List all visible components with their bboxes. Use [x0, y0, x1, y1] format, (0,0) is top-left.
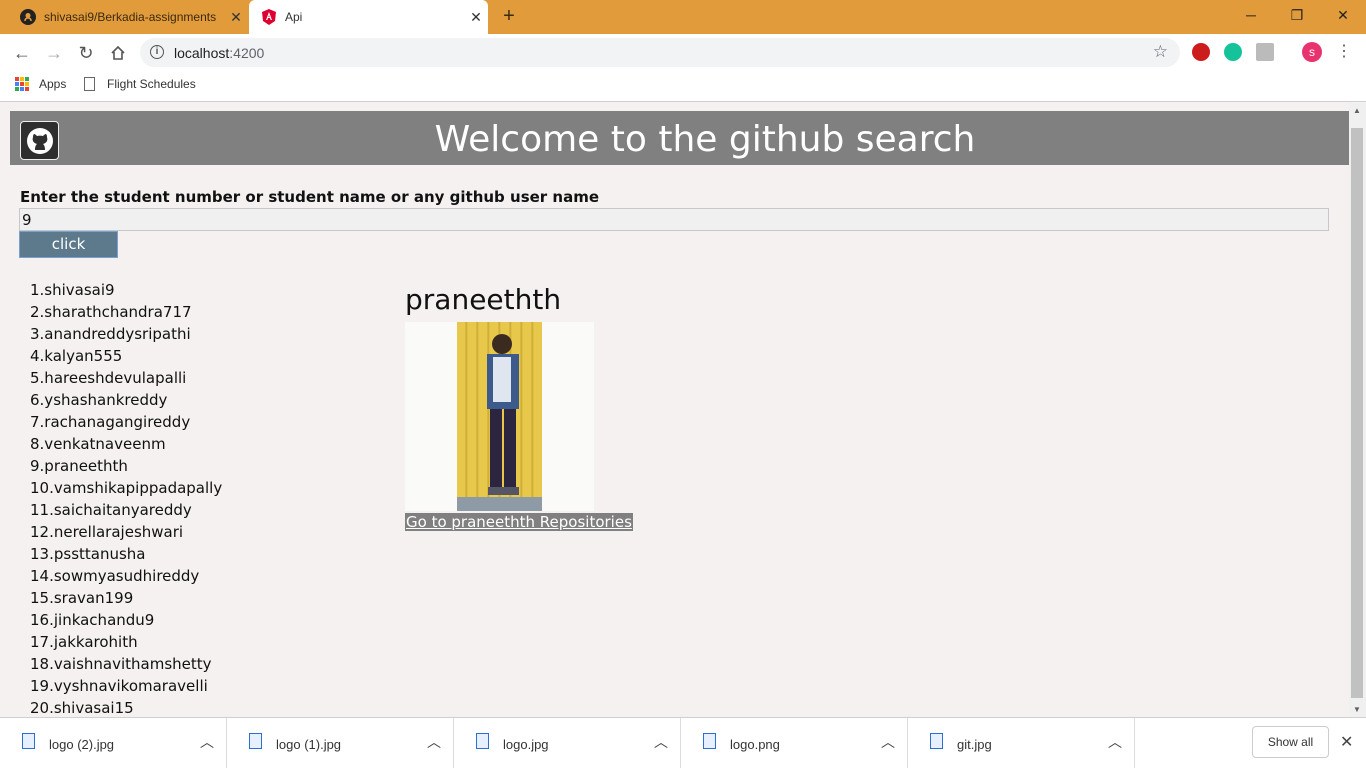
menu-icon[interactable]: ⋮ [1336, 42, 1352, 62]
tab-github[interactable]: shivasai9/Berkadia-assignments ✕ [8, 0, 248, 34]
scroll-up-icon[interactable]: ▲ [1353, 106, 1361, 115]
url-text: localhost:4200 [174, 45, 265, 61]
profile-avatar[interactable]: s [1302, 42, 1322, 62]
reload-icon[interactable]: ↻ [73, 40, 99, 66]
opera-extension-icon[interactable] [1192, 43, 1210, 61]
download-item[interactable]: logo.jpg ︿ [454, 718, 681, 768]
image-file-icon [249, 733, 262, 749]
download-filename: git.jpg [957, 737, 992, 752]
download-filename: logo (1).jpg [276, 737, 342, 752]
tab-api[interactable]: Api ✕ [249, 0, 488, 34]
apps-grid-icon [15, 77, 29, 91]
list-item: 8.venkatnaveenm [30, 435, 166, 453]
download-item[interactable]: logo.png ︿ [681, 718, 908, 768]
list-item: 12.nerellarajeshwari [30, 523, 184, 541]
image-file-icon [22, 733, 35, 749]
user-avatar [405, 322, 594, 511]
list-item: 17.jakkarohith [30, 633, 138, 651]
list-item: 4.kalyan555 [30, 347, 123, 365]
header-banner: Welcome to the github search [10, 111, 1349, 165]
list-item: 16.jinkachandu9 [30, 611, 155, 629]
scrollbar-thumb[interactable] [1351, 128, 1363, 698]
close-icon[interactable]: ✕ [1340, 732, 1353, 752]
list-item: 5.hareeshdevulapalli [30, 369, 187, 387]
close-icon[interactable]: ✕ [224, 9, 248, 26]
download-item[interactable]: git.jpg ︿ [908, 718, 1135, 768]
cart-extension-icon[interactable] [1256, 43, 1274, 61]
image-file-icon [476, 733, 489, 749]
document-icon [84, 77, 95, 91]
page-title: Welcome to the github search [434, 119, 976, 160]
download-filename: logo.jpg [503, 737, 549, 752]
chevron-up-icon[interactable]: ︿ [200, 732, 214, 752]
repositories-link[interactable]: Go to praneethth Repositories [405, 513, 633, 531]
image-file-icon [930, 733, 943, 749]
download-filename: logo (2).jpg [49, 737, 115, 752]
forward-icon[interactable]: → [41, 40, 67, 66]
student-list: 1.shivasai9 2.sharathchandra717 3.anandr… [30, 279, 222, 717]
list-item: 19.vyshnavikomaravelli [30, 677, 208, 695]
bookmarks-bar: Apps Flight Schedules [0, 71, 1366, 102]
scroll-down-icon[interactable]: ▼ [1353, 705, 1361, 714]
bookmark-apps[interactable]: Apps [15, 77, 66, 91]
page-scrollbar[interactable]: ▲ ▼ [1349, 103, 1366, 717]
github-username: praneethth [405, 283, 562, 316]
chevron-up-icon[interactable]: ︿ [881, 732, 895, 752]
list-item: 2.sharathchandra717 [30, 303, 192, 321]
list-item: 7.rachanagangireddy [30, 413, 191, 431]
bookmark-star-icon[interactable]: ☆ [1153, 42, 1168, 62]
download-filename: logo.png [730, 737, 780, 752]
download-item[interactable]: logo (2).jpg ︿ [0, 718, 227, 768]
angular-icon [261, 9, 277, 25]
list-item: 6.yshashankreddy [30, 391, 168, 409]
restore-icon[interactable]: ❐ [1274, 0, 1320, 30]
new-tab-button[interactable]: + [498, 6, 520, 28]
tab-title: Api [285, 10, 303, 24]
download-item[interactable]: logo (1).jpg ︿ [227, 718, 454, 768]
address-bar[interactable]: i localhost:4200 ☆ [140, 38, 1180, 67]
search-input[interactable] [19, 208, 1329, 231]
chevron-up-icon[interactable]: ︿ [1108, 732, 1122, 752]
browser-toolbar: ← → ↻ i localhost:4200 ☆ s ⋮ [0, 34, 1366, 71]
page-viewport: Welcome to the github search Enter the s… [0, 103, 1349, 717]
list-item: 11.saichaitanyareddy [30, 501, 192, 519]
minimize-icon[interactable]: ─ [1228, 0, 1274, 30]
back-icon[interactable]: ← [9, 40, 35, 66]
list-item: 3.anandreddysripathi [30, 325, 191, 343]
list-item: 10.vamshikapippadapally [30, 479, 223, 497]
bookmark-label: Flight Schedules [107, 77, 196, 91]
avatar-photo [457, 322, 542, 511]
list-item: 13.pssttanusha [30, 545, 146, 563]
list-item: 9.praneethth [30, 457, 128, 475]
list-item: 14.sowmyasudhireddy [30, 567, 200, 585]
list-item: 20.shivasai15 [30, 699, 134, 717]
grammarly-extension-icon[interactable] [1224, 43, 1242, 61]
bookmark-flight-schedules[interactable]: Flight Schedules [84, 77, 196, 91]
window-close-icon[interactable]: ✕ [1320, 0, 1366, 30]
show-all-button[interactable]: Show all [1252, 726, 1329, 758]
list-item: 18.vaishnavithamshetty [30, 655, 212, 673]
close-icon[interactable]: ✕ [464, 9, 488, 26]
image-file-icon [703, 733, 716, 749]
home-icon[interactable] [105, 40, 131, 66]
list-item: 1.shivasai9 [30, 281, 115, 299]
bookmark-label: Apps [39, 77, 67, 91]
download-bar: logo (2).jpg ︿ logo (1).jpg ︿ logo.jpg ︿… [0, 717, 1366, 768]
tab-title: shivasai9/Berkadia-assignments [44, 10, 217, 24]
search-prompt-label: Enter the student number or student name… [20, 188, 600, 206]
tab-strip: shivasai9/Berkadia-assignments ✕ Api ✕ +… [0, 0, 1366, 34]
chevron-up-icon[interactable]: ︿ [654, 732, 668, 752]
info-icon[interactable]: i [150, 45, 164, 59]
list-item: 15.sravan199 [30, 589, 134, 607]
search-button[interactable]: click [19, 231, 118, 258]
github-icon [20, 9, 36, 25]
chevron-up-icon[interactable]: ︿ [427, 732, 441, 752]
